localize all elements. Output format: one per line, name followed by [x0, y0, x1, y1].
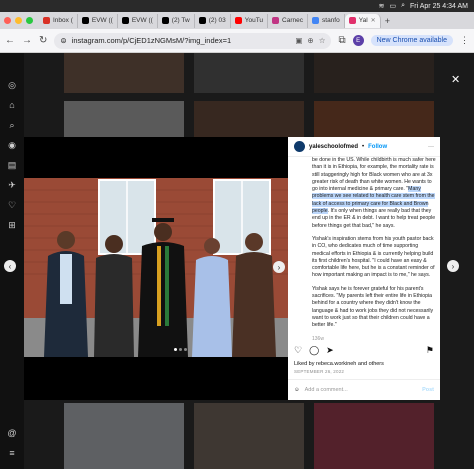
carousel-dot	[174, 348, 177, 351]
browser-tab[interactable]: Carnec	[268, 13, 309, 28]
liked-by-text[interactable]: Liked by rebeca.workineh and others	[294, 361, 384, 367]
post-date: SEPTEMBER 26, 2022	[294, 369, 345, 374]
caption-text: . It's only when things are really bad t…	[312, 208, 436, 229]
omnibox-actions: ▣ ⊕ ☆	[295, 36, 325, 45]
post-photo[interactable]	[24, 178, 288, 357]
follow-button[interactable]: Follow	[368, 144, 387, 150]
minimize-window-button[interactable]	[15, 17, 22, 24]
notifications-heart-icon[interactable]: ♡	[8, 195, 16, 215]
zoom-icon[interactable]: ⊕	[307, 36, 313, 45]
post-caption: be done in the US. While childbirth is m…	[312, 157, 436, 340]
post-actions: ♡ ◯ ➤ ⚑	[294, 345, 434, 356]
forward-arrow-icon[interactable]: →	[22, 35, 32, 46]
search-icon[interactable]: ⌕	[9, 115, 14, 135]
comment-input[interactable]: Add a comment...	[305, 387, 417, 393]
tab-favicon-icon	[81, 17, 89, 24]
site-info-icon[interactable]: ⊜	[60, 36, 66, 45]
close-window-button[interactable]	[4, 17, 11, 24]
url-text[interactable]: instagram.com/p/CjED1zNGMsM/?img_index=1	[72, 36, 291, 45]
tab-favicon-icon	[161, 17, 169, 24]
browser-tab[interactable]: Inbox (	[39, 13, 78, 28]
window-controls	[4, 17, 33, 24]
home-icon[interactable]: ⌂	[9, 95, 14, 115]
browser-tab[interactable]: EVW ((	[118, 13, 158, 28]
create-icon[interactable]: ⊞	[8, 215, 16, 235]
post-header: yaleschoolofmed • Follow ···	[288, 137, 440, 157]
share-icon[interactable]: ➤	[326, 345, 334, 356]
tab-favicon-icon	[198, 17, 206, 24]
tab-title: EVW ((	[91, 17, 113, 24]
browser-toolbar: ← → ↻ ⊜ instagram.com/p/CjED1zNGMsM/?img…	[0, 29, 474, 53]
carousel-next-arrow-icon[interactable]: ›	[273, 261, 285, 273]
like-heart-icon[interactable]: ♡	[294, 345, 302, 356]
tab-title: EVW ((	[131, 17, 153, 24]
screen-cast-icon[interactable]: ▣	[295, 36, 302, 45]
new-chrome-available-button[interactable]: New Chrome available	[370, 35, 453, 46]
close-tab-icon[interactable]: ✕	[371, 17, 376, 24]
tab-favicon-icon	[43, 17, 50, 24]
extensions-icon[interactable]: ⧉	[338, 35, 345, 46]
separator-dot: •	[362, 143, 365, 150]
author-avatar[interactable]	[294, 141, 305, 152]
reload-icon[interactable]: ↻	[39, 35, 47, 46]
post-details-panel: yaleschoolofmed • Follow ··· be done in …	[288, 137, 440, 400]
carousel-dot	[179, 348, 182, 351]
search-icon[interactable]: ⌕	[401, 2, 405, 10]
explore-icon[interactable]: ◉	[8, 135, 16, 155]
tab-title: Carnec	[282, 17, 304, 24]
wifi-icon[interactable]: ≋	[379, 2, 385, 10]
zoom-window-button[interactable]	[26, 17, 33, 24]
previous-post-arrow-icon[interactable]: ‹	[4, 260, 16, 272]
browser-tab[interactable]: (2) 03	[195, 13, 231, 28]
tab-title: (2) Tw	[171, 17, 190, 24]
carousel-dot	[184, 348, 187, 351]
group-photo-illustration	[24, 178, 288, 357]
browser-tab[interactable]: EVW ((	[78, 13, 118, 28]
caption-paragraph: Yishak's inspiration stems from his yout…	[312, 235, 435, 279]
save-bookmark-icon[interactable]: ⚑	[426, 345, 434, 356]
caption-timestamp: 136w	[312, 335, 324, 340]
post-media: ›	[24, 137, 288, 400]
tab-favicon-icon	[312, 17, 320, 24]
more-menu-icon[interactable]: ≡	[9, 443, 14, 463]
caption-paragraph: be done in the US. While childbirth is m…	[312, 157, 436, 230]
caption-paragraph: Yishak says he is forever grateful for h…	[312, 285, 434, 329]
tab-favicon-icon	[348, 17, 356, 24]
tab-favicon-icon	[272, 17, 280, 24]
next-post-arrow-icon[interactable]: ›	[447, 260, 459, 272]
close-modal-icon[interactable]: ✕	[451, 73, 460, 86]
carousel-indicator	[174, 348, 187, 351]
tab-title: stanfo	[322, 17, 340, 24]
instagram-logo-icon[interactable]: ◎	[8, 75, 16, 95]
bookmark-star-icon[interactable]: ☆	[319, 36, 326, 45]
tab-title: (2) 03	[208, 17, 226, 24]
messages-icon[interactable]: ✈	[8, 175, 16, 195]
profile-avatar[interactable]: E	[352, 35, 364, 46]
more-options-icon[interactable]: ···	[428, 144, 434, 150]
clock-datetime[interactable]: Fri Apr 25 4:34 AM	[410, 3, 468, 10]
tab-title: YouTu	[244, 17, 264, 24]
post-comment-button[interactable]: Post	[422, 387, 434, 393]
tab-favicon-icon	[234, 17, 242, 24]
browser-tab[interactable]: stanfo	[308, 13, 345, 28]
tab-title: Inbox (	[53, 17, 73, 24]
back-arrow-icon[interactable]: ←	[5, 35, 15, 46]
address-bar[interactable]: ⊜ instagram.com/p/CjED1zNGMsM/?img_index…	[54, 32, 332, 49]
battery-icon[interactable]: ▭	[389, 2, 396, 10]
browser-tab[interactable]: (2) Tw	[158, 13, 195, 28]
emoji-icon[interactable]: ☺	[294, 387, 300, 393]
new-tab-button[interactable]: +	[381, 16, 394, 26]
browser-tab[interactable]: YouTu	[231, 13, 269, 28]
author-username[interactable]: yaleschoolofmed	[309, 144, 358, 150]
comment-bar: ☺ Add a comment... Post	[288, 379, 440, 400]
threads-icon[interactable]: @	[7, 423, 16, 443]
reels-icon[interactable]: ▤	[8, 155, 17, 175]
tab-strip: Inbox ( EVW (( EVW (( (2) Tw (2) 03 YouTu Carn…	[0, 12, 474, 29]
comment-icon[interactable]: ◯	[309, 345, 319, 356]
chrome-menu-icon[interactable]: ⋮	[460, 35, 469, 46]
browser-tab[interactable]: Yal ✕	[344, 13, 381, 28]
tab-title: Yal	[358, 17, 368, 24]
tab-favicon-icon	[121, 17, 129, 24]
mac-menu-bar: ≋ ▭ ⌕ Fri Apr 25 4:34 AM	[0, 0, 474, 12]
